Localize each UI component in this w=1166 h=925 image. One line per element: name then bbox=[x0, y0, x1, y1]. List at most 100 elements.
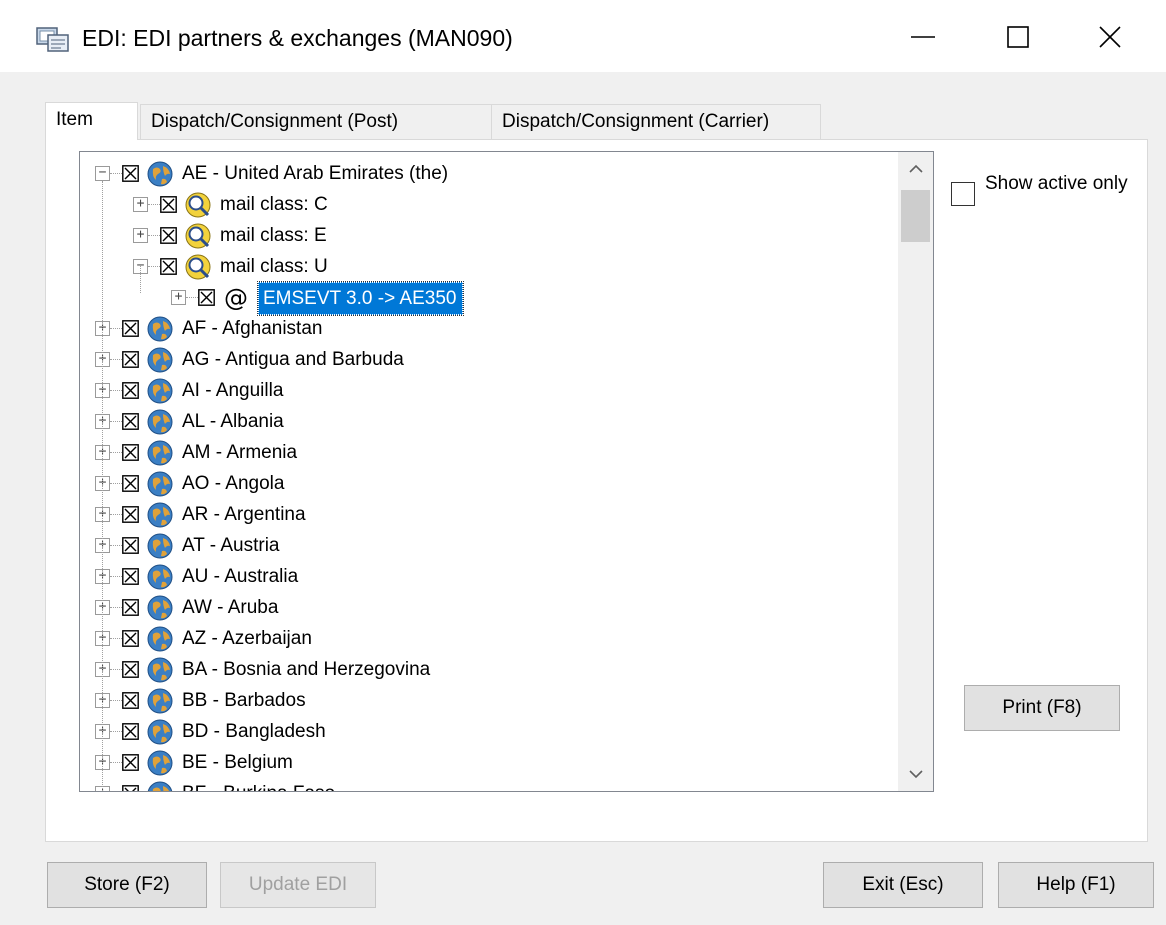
row-checkbox-icon[interactable] bbox=[122, 351, 139, 368]
tree-connector bbox=[110, 173, 122, 174]
tree-row[interactable]: + AM - Armenia bbox=[80, 437, 898, 468]
scroll-down-button[interactable] bbox=[898, 757, 933, 791]
row-checkbox-icon[interactable] bbox=[122, 568, 139, 585]
show-active-only-checkbox[interactable] bbox=[951, 182, 975, 206]
tree-row[interactable]: + AW - Aruba bbox=[80, 592, 898, 623]
scroll-up-button[interactable] bbox=[898, 152, 933, 186]
globe-icon bbox=[147, 626, 173, 652]
row-checkbox-icon[interactable] bbox=[198, 289, 215, 306]
window-title: EDI: EDI partners & exchanges (MAN090) bbox=[82, 25, 513, 51]
row-checkbox-icon[interactable] bbox=[122, 599, 139, 616]
tree-row[interactable]: + AI - Anguilla bbox=[80, 375, 898, 406]
tree-row[interactable]: + @ EMSEVT 3.0 -> AE350 bbox=[80, 281, 898, 316]
tree-row-label: AE - United Arab Emirates (the) bbox=[182, 163, 449, 184]
mail-class-icon bbox=[185, 192, 211, 218]
row-checkbox-icon[interactable] bbox=[122, 754, 139, 771]
row-checkbox-icon[interactable] bbox=[122, 537, 139, 554]
row-checkbox-icon[interactable] bbox=[122, 506, 139, 523]
minimize-button[interactable] bbox=[893, 14, 953, 60]
tree-connector bbox=[110, 762, 122, 763]
tree-connector bbox=[148, 235, 160, 236]
tree-row-label: mail class: C bbox=[220, 194, 328, 215]
row-checkbox-icon[interactable] bbox=[122, 630, 139, 647]
tree-connector bbox=[110, 607, 122, 608]
mail-class-icon bbox=[185, 254, 211, 280]
show-active-only-label: Show active only bbox=[985, 173, 1128, 194]
maximize-button[interactable] bbox=[988, 14, 1048, 60]
row-checkbox-icon[interactable] bbox=[160, 227, 177, 244]
print-button[interactable]: Print (F8) bbox=[964, 685, 1120, 731]
tree-row[interactable]: − mail class: U bbox=[80, 251, 898, 282]
row-checkbox-icon[interactable] bbox=[122, 785, 139, 792]
tree-row-label: BF - Burkina Faso bbox=[182, 778, 335, 791]
tree-connector bbox=[148, 266, 160, 267]
close-button[interactable] bbox=[1080, 14, 1140, 60]
row-checkbox-icon[interactable] bbox=[160, 258, 177, 275]
tree-connector bbox=[110, 390, 122, 391]
globe-icon bbox=[147, 595, 173, 621]
tree-row[interactable]: + mail class: C bbox=[80, 189, 898, 220]
tree-connector bbox=[110, 669, 122, 670]
collapse-icon[interactable]: − bbox=[95, 166, 110, 181]
tree-connector bbox=[110, 638, 122, 639]
at-sign-icon: @ bbox=[224, 284, 248, 312]
tree-row-label: mail class: E bbox=[220, 225, 327, 246]
minimize-icon bbox=[911, 36, 935, 38]
tree-connector bbox=[186, 297, 198, 298]
row-checkbox-icon[interactable] bbox=[122, 661, 139, 678]
tree-row[interactable]: + AZ - Azerbaijan bbox=[80, 623, 898, 654]
scroll-thumb[interactable] bbox=[901, 190, 930, 242]
tree-row[interactable]: + BD - Bangladesh bbox=[80, 716, 898, 747]
store-button[interactable]: Store (F2) bbox=[47, 862, 207, 908]
globe-icon bbox=[147, 657, 173, 683]
tab-dispatch-post[interactable]: Dispatch/Consignment (Post) bbox=[140, 104, 492, 139]
expand-icon[interactable]: + bbox=[133, 228, 148, 243]
tab-dispatch-carrier[interactable]: Dispatch/Consignment (Carrier) bbox=[491, 104, 821, 139]
tree-row[interactable]: + BB - Barbados bbox=[80, 685, 898, 716]
row-checkbox-icon[interactable] bbox=[122, 165, 139, 182]
row-checkbox-icon[interactable] bbox=[122, 382, 139, 399]
tree-row-label: AI - Anguilla bbox=[182, 380, 284, 401]
row-checkbox-icon[interactable] bbox=[122, 444, 139, 461]
tree-connector bbox=[110, 514, 122, 515]
tree-row[interactable]: + AR - Argentina bbox=[80, 499, 898, 530]
tree-guide-line bbox=[102, 181, 103, 791]
tree-row[interactable]: + BA - Bosnia and Herzegovina bbox=[80, 654, 898, 685]
tree-row[interactable]: + AO - Angola bbox=[80, 468, 898, 499]
tree-row[interactable]: + AL - Albania bbox=[80, 406, 898, 437]
globe-icon bbox=[147, 471, 173, 497]
tree-row[interactable]: +BF - Burkina Faso bbox=[80, 778, 898, 792]
tree-row-label: BD - Bangladesh bbox=[182, 721, 326, 742]
chevron-down-icon bbox=[909, 770, 923, 779]
tree-row[interactable]: + AT - Austria bbox=[80, 530, 898, 561]
update-edi-button[interactable]: Update EDI bbox=[220, 862, 376, 908]
tree-row[interactable]: + AG - Antigua and Barbuda bbox=[80, 344, 898, 375]
tree-row[interactable]: + mail class: E bbox=[80, 220, 898, 251]
tree-row-label: BB - Barbados bbox=[182, 690, 306, 711]
tree-row[interactable]: + AF - Afghanistan bbox=[80, 313, 898, 344]
chevron-up-icon bbox=[909, 164, 923, 173]
tree-row-label: BA - Bosnia and Herzegovina bbox=[182, 659, 431, 680]
row-checkbox-icon[interactable] bbox=[122, 320, 139, 337]
tree-row[interactable]: + AU - Australia bbox=[80, 561, 898, 592]
title-bar[interactable]: EDI: EDI partners & exchanges (MAN090) bbox=[0, 0, 1166, 72]
tree-row-label: AZ - Azerbaijan bbox=[182, 628, 312, 649]
row-checkbox-icon[interactable] bbox=[122, 692, 139, 709]
tree-connector bbox=[110, 359, 122, 360]
expand-icon[interactable]: + bbox=[171, 290, 186, 305]
tree-connector bbox=[110, 545, 122, 546]
row-checkbox-icon[interactable] bbox=[122, 723, 139, 740]
tree-scrollbar[interactable] bbox=[898, 152, 933, 791]
row-checkbox-icon[interactable] bbox=[122, 475, 139, 492]
edi-partner-tree[interactable]: − AE - United Arab Emirates (the) + mail cl… bbox=[79, 151, 934, 792]
row-checkbox-icon[interactable] bbox=[160, 196, 177, 213]
expand-icon[interactable]: + bbox=[133, 197, 148, 212]
row-checkbox-icon[interactable] bbox=[122, 413, 139, 430]
tab-item[interactable]: Item bbox=[45, 102, 138, 140]
tree-row[interactable]: + BE - Belgium bbox=[80, 747, 898, 778]
globe-icon bbox=[147, 750, 173, 776]
tree-row[interactable]: − AE - United Arab Emirates (the) bbox=[80, 158, 898, 189]
exit-button[interactable]: Exit (Esc) bbox=[823, 862, 983, 908]
help-button[interactable]: Help (F1) bbox=[998, 862, 1154, 908]
svg-text:@: @ bbox=[224, 284, 248, 312]
